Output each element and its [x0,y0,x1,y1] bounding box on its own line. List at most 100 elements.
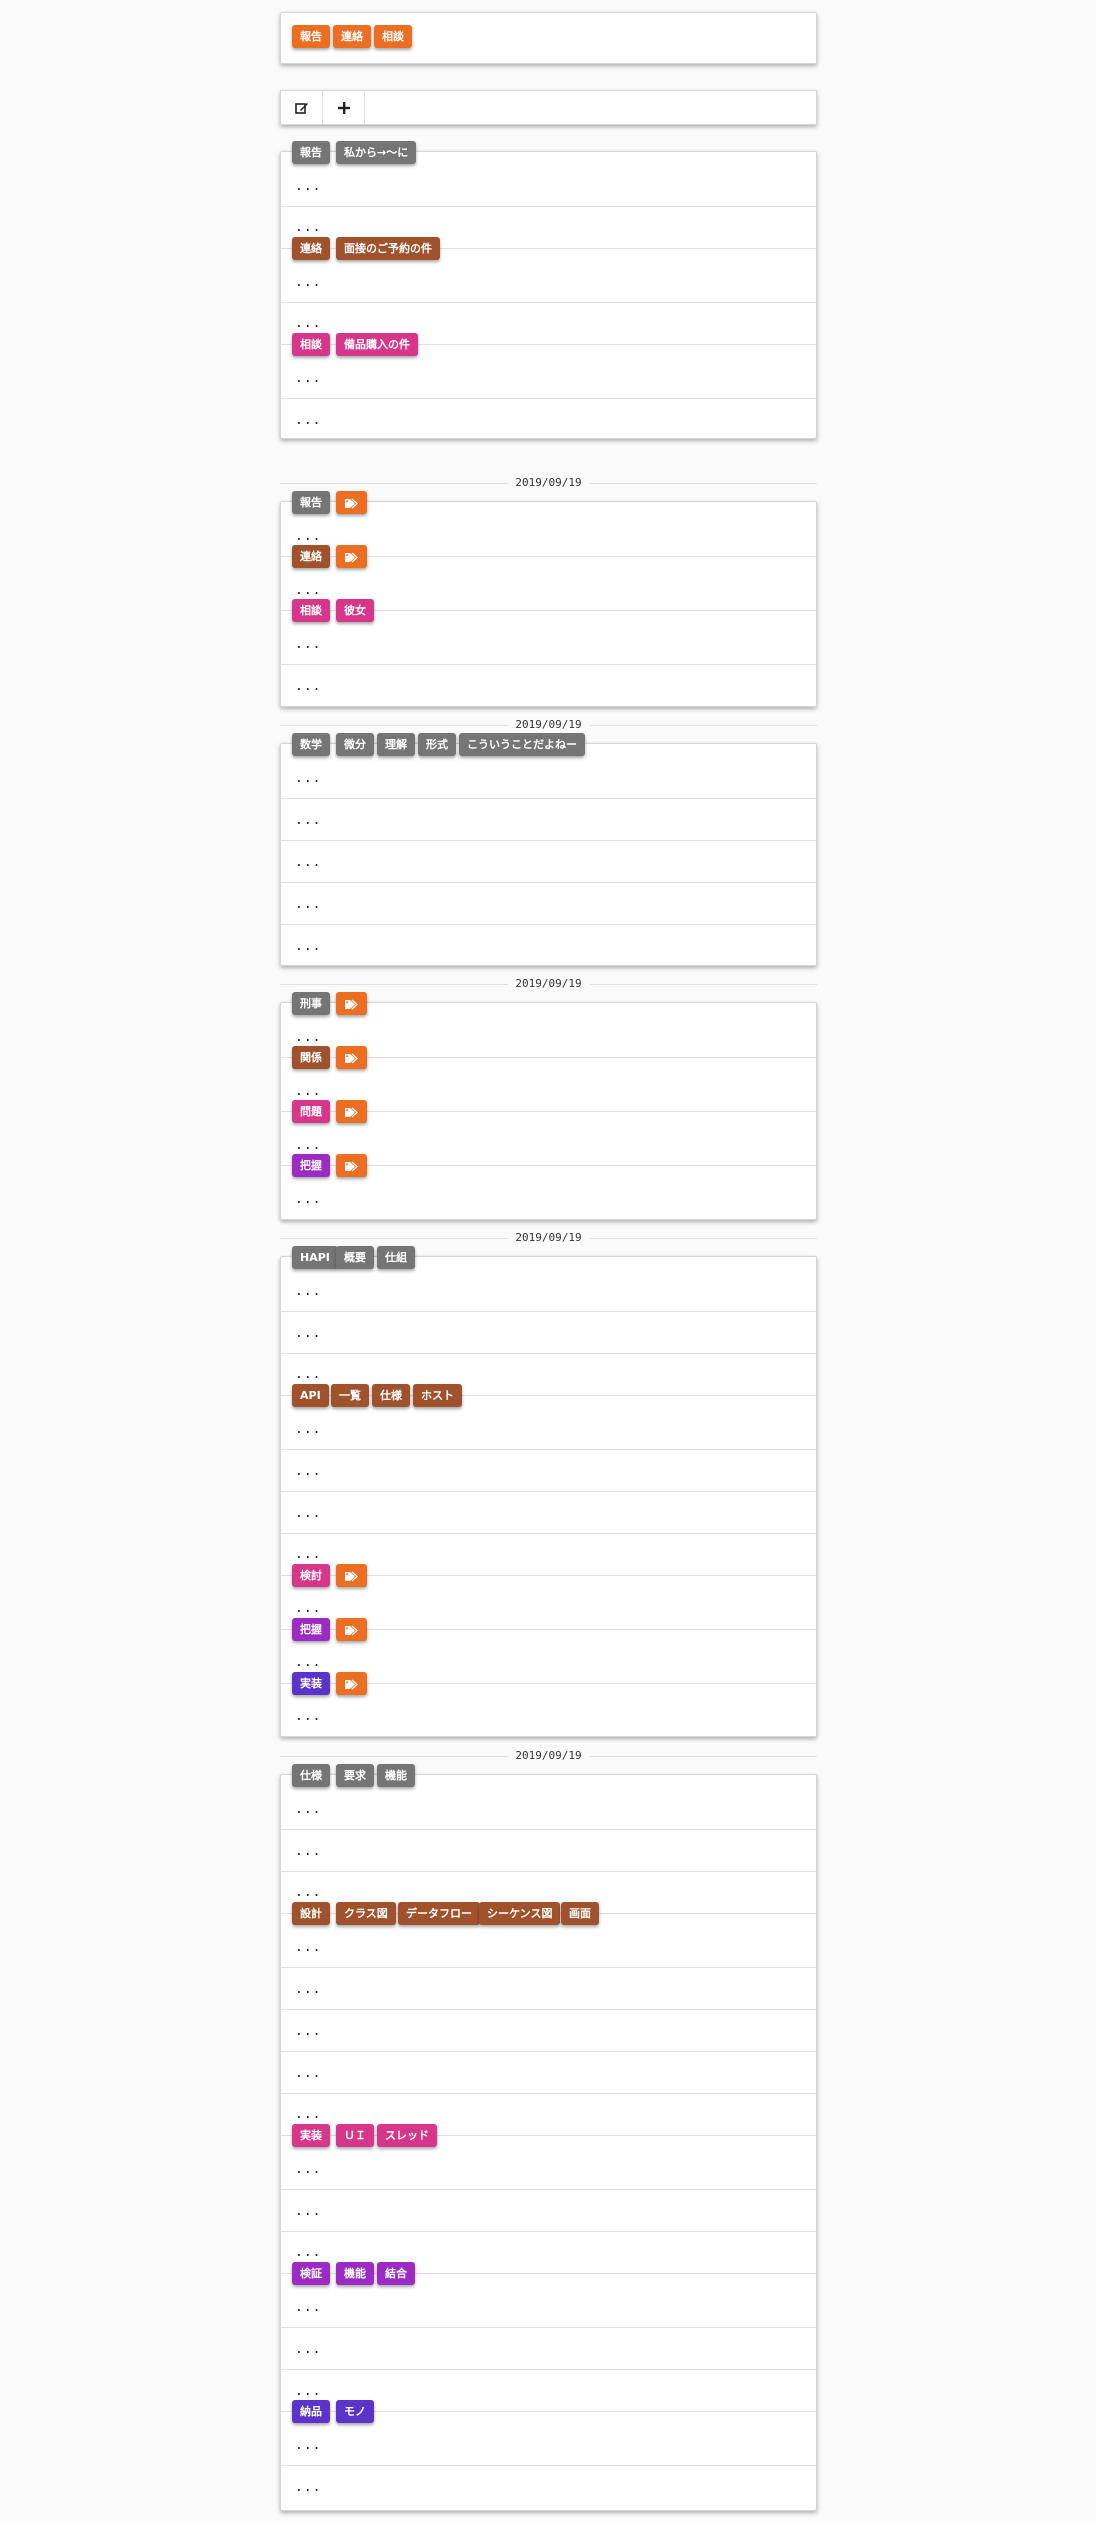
memo-line[interactable]: ... [295,2108,321,2122]
tag-chip[interactable]: スレッド [377,2124,437,2147]
tag-chip[interactable]: 報告 [292,491,330,514]
add-tag-button[interactable] [336,1046,367,1069]
memo-line[interactable]: ... [295,680,321,694]
tag-chip[interactable]: 理解 [377,733,415,756]
tag-chip[interactable]: 実装 [292,2124,330,2147]
palette-chip-contact[interactable]: 連絡 [333,25,371,48]
add-tag-button[interactable] [336,491,367,514]
memo-line[interactable]: ... [295,584,321,598]
memo-line[interactable]: ... [295,1465,321,1479]
tag-chip[interactable]: 彼女 [336,599,374,622]
tag-chip[interactable]: 相談 [292,333,330,356]
tag-chip[interactable]: 要求 [336,1764,374,1787]
tag-chip[interactable]: 検討 [292,1564,330,1587]
add-tag-button[interactable] [336,1100,367,1123]
tag-chip[interactable]: 把握 [292,1618,330,1641]
tag-chip[interactable]: 刑事 [292,992,330,1015]
tag-chip[interactable]: API [292,1384,329,1407]
memo-line[interactable]: ... [295,1031,321,1045]
memo-line[interactable]: ... [295,1710,321,1724]
tag-chip[interactable]: ホスト [413,1384,462,1407]
palette-chip-consult[interactable]: 相談 [374,25,412,48]
add-button[interactable] [323,91,365,124]
tag-chip[interactable]: 関係 [292,1046,330,1069]
tag-chip[interactable]: シーケンス図 [479,1902,561,1925]
memo-line[interactable]: ... [295,2205,321,2219]
memo-line[interactable]: ... [295,1548,321,1562]
tag-chip[interactable]: 数学 [292,733,330,756]
memo-line[interactable]: ... [295,1803,321,1817]
tag-chip[interactable]: 微分 [336,733,374,756]
memo-line[interactable]: ... [295,1845,321,1859]
memo-line[interactable]: ... [295,2067,321,2081]
memo-line[interactable]: ... [295,1656,321,1670]
memo-line[interactable]: ... [295,1085,321,1099]
add-tag-button[interactable] [336,1564,367,1587]
memo-line[interactable]: ... [295,1886,321,1900]
tag-chip[interactable]: 私から→〜に [336,141,417,164]
memo-line[interactable]: ... [295,1368,321,1382]
tag-chip[interactable]: ＵＩ [336,2124,374,2147]
tag-chip[interactable]: 設計 [292,1902,330,1925]
tag-chip[interactable]: 結合 [377,2262,415,2285]
tag-chip[interactable]: モノ [336,2400,374,2423]
memo-line[interactable]: ... [295,772,321,786]
palette-chip-report[interactable]: 報告 [292,25,330,48]
tag-chip[interactable]: 仕様 [372,1384,410,1407]
memo-line[interactable]: ... [295,2385,321,2399]
tag-chip[interactable]: 問題 [292,1100,330,1123]
tag-chip[interactable]: 実装 [292,1672,330,1695]
add-tag-button[interactable] [336,992,367,1015]
memo-line[interactable]: ... [295,2163,321,2177]
tag-chip[interactable]: クラス図 [336,1902,396,1925]
memo-line[interactable]: ... [295,898,321,912]
memo-line[interactable]: ... [295,856,321,870]
tag-chip[interactable]: 相談 [292,599,330,622]
memo-line[interactable]: ... [295,2439,321,2453]
tag-chip[interactable]: 一覧 [331,1384,369,1407]
tag-chip[interactable]: 検証 [292,2262,330,2285]
memo-line[interactable]: ... [295,372,321,386]
tag-chip[interactable]: 概要 [336,1246,374,1269]
tag-chip[interactable]: こういうことだよねー [459,733,585,756]
memo-line[interactable]: ... [295,414,321,428]
memo-line[interactable]: ... [295,2246,321,2260]
memo-line[interactable]: ... [295,1507,321,1521]
memo-line[interactable]: ... [295,1602,321,1616]
memo-line[interactable]: ... [295,276,321,290]
tag-chip[interactable]: 形式 [418,733,456,756]
memo-line[interactable]: ... [295,2025,321,2039]
tag-chip[interactable]: HAPI [292,1246,338,1269]
memo-line[interactable]: ... [295,1941,321,1955]
tag-chip[interactable]: 画面 [561,1902,599,1925]
tag-chip[interactable]: データフロー [398,1902,480,1925]
memo-line[interactable]: ... [295,1983,321,1997]
add-tag-button[interactable] [336,545,367,568]
add-tag-button[interactable] [336,1154,367,1177]
memo-line[interactable]: ... [295,1285,321,1299]
memo-line[interactable]: ... [295,221,321,235]
tag-chip[interactable]: 連絡 [292,545,330,568]
add-tag-button[interactable] [336,1618,367,1641]
tag-chip[interactable]: 報告 [292,141,330,164]
memo-line[interactable]: ... [295,180,321,194]
tag-chip[interactable]: 機能 [377,1764,415,1787]
memo-line[interactable]: ... [295,814,321,828]
memo-line[interactable]: ... [295,1423,321,1437]
memo-line[interactable]: ... [295,317,321,331]
tag-chip[interactable]: 面接のご予約の件 [336,237,440,260]
tag-chip[interactable]: 機能 [336,2262,374,2285]
tag-chip[interactable]: 納品 [292,2400,330,2423]
memo-line[interactable]: ... [295,1327,321,1341]
memo-line[interactable]: ... [295,940,321,954]
memo-line[interactable]: ... [295,2343,321,2357]
edit-button[interactable] [281,91,323,124]
tag-chip[interactable]: 連絡 [292,237,330,260]
tag-chip[interactable]: 仕組 [377,1246,415,1269]
memo-line[interactable]: ... [295,2481,321,2495]
memo-line[interactable]: ... [295,2301,321,2315]
memo-line[interactable]: ... [295,1193,321,1207]
tag-chip[interactable]: 備品購入の件 [336,333,418,356]
memo-line[interactable]: ... [295,530,321,544]
memo-line[interactable]: ... [295,638,321,652]
